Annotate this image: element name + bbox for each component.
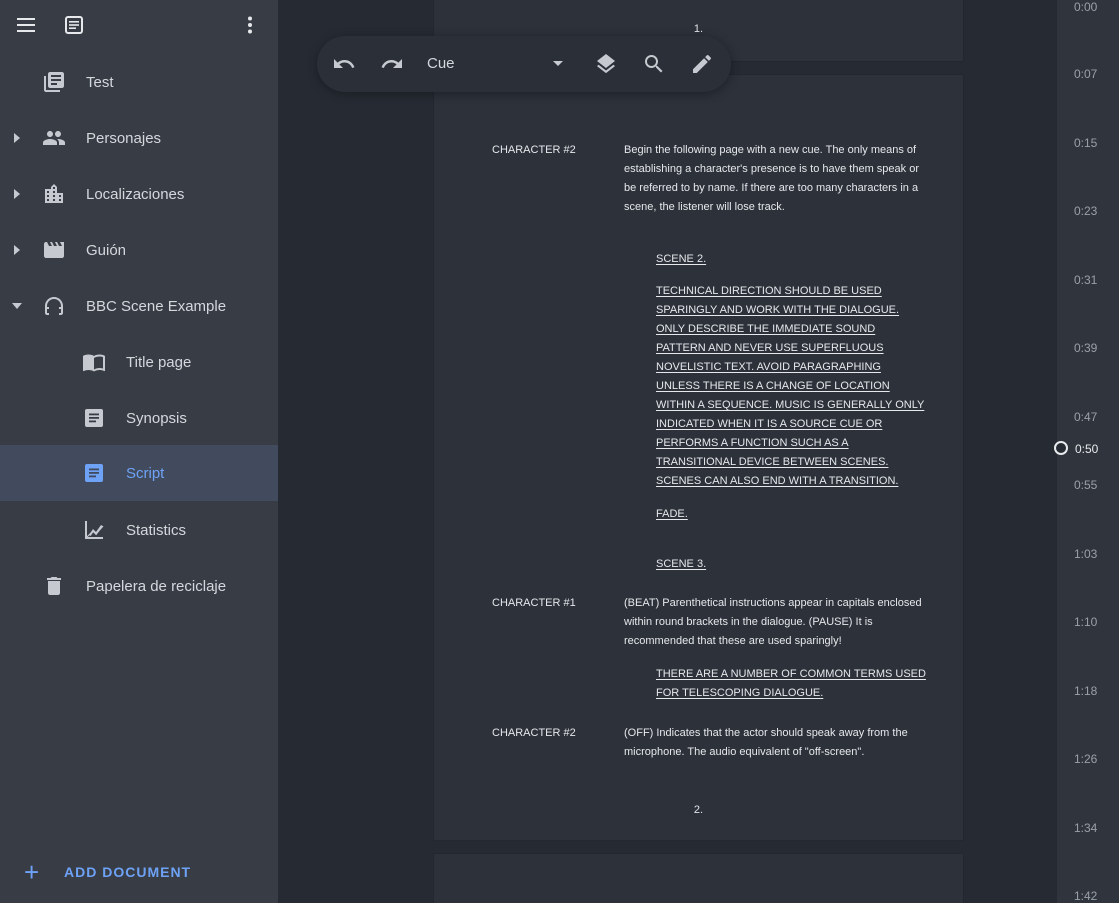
collapse-arrow-icon[interactable] — [11, 299, 23, 313]
layers-button[interactable] — [594, 52, 618, 76]
element-type-select[interactable]: Cue — [427, 50, 567, 78]
location-city-icon — [42, 182, 66, 206]
headphones-icon — [42, 294, 66, 318]
book-open-icon — [82, 350, 106, 374]
editor-toolbar: Cue — [317, 36, 731, 92]
timeline-tick: 0:39 — [1074, 341, 1098, 355]
timeline-tick: 1:03 — [1074, 547, 1098, 561]
character-cue[interactable]: CHARACTER #2 — [492, 141, 612, 160]
sidebar-item-label: Synopsis — [126, 409, 187, 427]
sidebar-item-label: Papelera de reciclaje — [86, 577, 227, 595]
timeline-tick: 0:47 — [1074, 410, 1098, 424]
playhead-time: 0:50 — [1075, 442, 1099, 456]
trash-icon — [42, 574, 66, 598]
sidebar-item-label: Test — [86, 73, 114, 91]
timeline-tick: 1:10 — [1074, 615, 1098, 629]
expand-arrow-icon[interactable] — [11, 131, 23, 145]
element-type-value: Cue — [427, 55, 455, 72]
timeline-tick: 1:18 — [1074, 684, 1098, 698]
plus-icon: + — [24, 857, 40, 887]
sidebar-item-label: Guión — [86, 241, 127, 259]
character-cue[interactable]: CHARACTER #1 — [492, 594, 612, 613]
timeline-tick: 0:15 — [1074, 136, 1098, 150]
redo-button[interactable] — [380, 52, 404, 76]
sidebar-item-personajes[interactable]: Personajes — [0, 110, 278, 166]
dialogue[interactable]: (OFF) Indicates that the actor should sp… — [624, 724, 924, 762]
document-view-button[interactable] — [62, 13, 86, 37]
sidebar-item-synopsis[interactable]: Synopsis — [0, 390, 278, 446]
add-document-label: ADD DOCUMENT — [64, 864, 192, 880]
page-number: 1. — [693, 23, 704, 35]
timeline-tick: 0:55 — [1074, 478, 1098, 492]
undo-icon — [334, 59, 355, 68]
menu-button[interactable] — [14, 13, 38, 37]
sidebar-item-test[interactable]: Test — [0, 54, 278, 110]
sidebar-item-statistics[interactable]: Statistics — [0, 502, 278, 558]
sidebar-item-label: Localizaciones — [86, 185, 185, 203]
character-cue[interactable]: CHARACTER #2 — [492, 724, 612, 743]
timeline-tick: 1:34 — [1074, 821, 1098, 835]
page-number: 2. — [693, 804, 704, 816]
timeline-tick: 0:07 — [1074, 67, 1098, 81]
people-icon — [42, 126, 66, 150]
more-vertical-icon — [248, 16, 252, 34]
undo-button[interactable] — [332, 52, 356, 76]
library-books-icon — [42, 70, 66, 94]
transition[interactable]: FADE. — [656, 505, 926, 524]
layers-icon — [597, 54, 615, 74]
more-options-button[interactable] — [238, 13, 262, 37]
clapperboard-icon — [42, 238, 66, 262]
sidebar-item-bbc-scene-example[interactable]: BBC Scene Example — [0, 278, 278, 334]
article-icon — [82, 406, 106, 430]
pencil-icon — [693, 54, 712, 73]
sidebar-item-label: Script — [126, 464, 165, 482]
sidebar-item-label: BBC Scene Example — [86, 297, 227, 315]
sidebar-header — [0, 0, 278, 50]
expand-arrow-icon[interactable] — [11, 243, 23, 257]
timeline-tick: 0:23 — [1074, 204, 1098, 218]
script-page[interactable]: CHARACTER #2 Begin the following page wi… — [433, 74, 964, 841]
sidebar-item-papelera[interactable]: Papelera de reciclaje — [0, 558, 278, 614]
edit-button[interactable] — [690, 52, 714, 76]
sidebar-item-label: Personajes — [86, 129, 162, 147]
script-page[interactable] — [433, 853, 964, 903]
technical-direction[interactable]: TECHNICAL DIRECTION SHOULD BE USED SPARI… — [656, 282, 926, 491]
sidebar-item-label: Statistics — [126, 521, 187, 539]
sidebar-item-guion[interactable]: Guión — [0, 222, 278, 278]
scene-heading[interactable]: SCENE 3. — [656, 555, 926, 574]
sidebar-item-script[interactable]: Script — [0, 445, 278, 501]
sidebar: Test Personajes Localizaciones Guión BBC… — [0, 0, 278, 903]
technical-direction[interactable]: THERE ARE A NUMBER OF COMMON TERMS USED … — [656, 665, 926, 703]
add-document-button[interactable]: + ADD DOCUMENT — [24, 858, 191, 886]
playhead-handle[interactable] — [1054, 441, 1068, 455]
timeline-tick: 0:31 — [1074, 273, 1098, 287]
expand-arrow-icon[interactable] — [11, 187, 23, 201]
timeline-tick: 1:42 — [1074, 889, 1098, 903]
search-icon — [645, 55, 663, 73]
sidebar-item-localizaciones[interactable]: Localizaciones — [0, 166, 278, 222]
hamburger-icon — [17, 18, 35, 32]
chevron-down-icon — [553, 61, 563, 66]
timeline-tick: 1:26 — [1074, 752, 1098, 766]
dialogue[interactable]: (BEAT) Parenthetical instructions appear… — [624, 594, 924, 651]
sidebar-item-title-page[interactable]: Title page — [0, 334, 278, 390]
sidebar-item-label: Title page — [126, 353, 192, 371]
scene-heading[interactable]: SCENE 2. — [656, 250, 926, 269]
article-icon — [82, 461, 106, 485]
dialogue[interactable]: Begin the following page with a new cue.… — [624, 141, 924, 217]
search-button[interactable] — [642, 52, 666, 76]
script-editor[interactable]: 1. CHARACTER #2 Begin the following page… — [278, 0, 1057, 903]
document-icon — [65, 16, 83, 34]
chart-icon — [82, 518, 106, 542]
redo-icon — [381, 59, 402, 68]
timeline-tick: 0:00 — [1074, 0, 1098, 14]
